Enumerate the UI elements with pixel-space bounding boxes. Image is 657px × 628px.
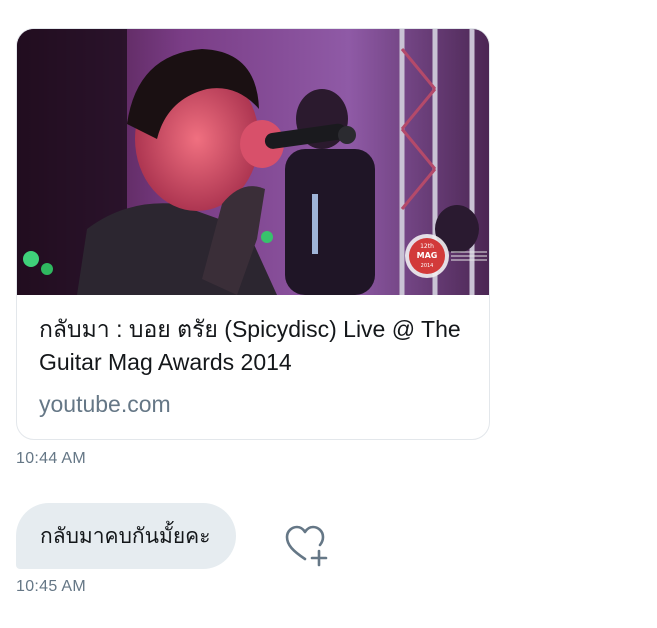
link-card-text[interactable]: กลับมา : บอย ตรัย (Spicydisc) Live @ The…: [39, 313, 479, 419]
message-bubble[interactable]: กลับมาคบกันมั้ยคะ: [16, 503, 237, 569]
svg-text:2014: 2014: [421, 263, 434, 269]
link-card-domain: youtube.com: [39, 391, 171, 417]
link-preview-card[interactable]: 12th MAG 2014 กลับมา : บอย ตรัย (Spicydi…: [16, 28, 490, 440]
link-card-title[interactable]: กลับมา : บอย ตรัย (Spicydisc) Live @ The…: [39, 313, 479, 379]
heart-plus-icon[interactable]: [283, 522, 333, 572]
video-thumbnail[interactable]: 12th MAG 2014: [17, 29, 489, 295]
message-timestamp: 10:45 AM: [16, 578, 87, 595]
message-text: กลับมาคบกันมั้ยคะ: [40, 524, 211, 548]
svg-text:MAG: MAG: [417, 251, 438, 260]
svg-text:12th: 12th: [420, 243, 434, 250]
message-timestamp: 10:44 AM: [16, 450, 87, 467]
